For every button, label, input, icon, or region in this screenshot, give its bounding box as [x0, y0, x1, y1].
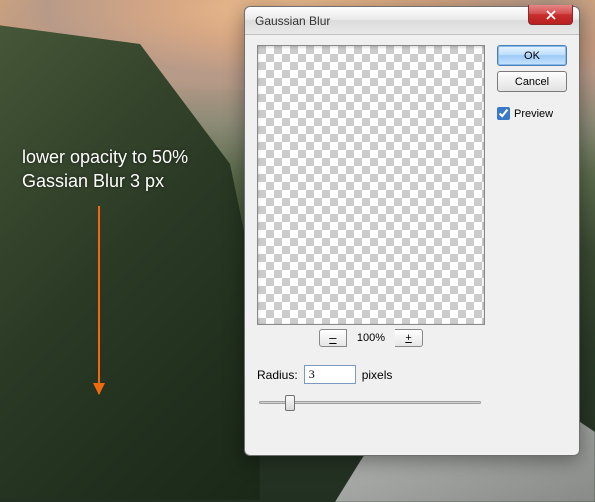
dialog-title: Gaussian Blur — [255, 14, 330, 28]
close-button[interactable] — [528, 5, 573, 25]
radius-input[interactable] — [304, 365, 356, 384]
radius-slider[interactable] — [257, 392, 483, 412]
annotation-line2: Gassian Blur 3 px — [22, 169, 188, 193]
ok-button[interactable]: OK — [497, 45, 567, 66]
zoom-in-button[interactable]: + — [395, 329, 423, 347]
preview-canvas[interactable] — [257, 45, 485, 325]
gaussian-blur-dialog: Gaussian Blur – 100% + Radius: pixels — [244, 6, 580, 456]
radius-label: Radius: — [257, 368, 298, 382]
preview-label: Preview — [514, 108, 553, 120]
preview-checkbox[interactable] — [497, 107, 510, 120]
zoom-level: 100% — [347, 332, 395, 344]
radius-unit: pixels — [362, 368, 393, 382]
preview-checkbox-row[interactable]: Preview — [497, 107, 567, 120]
close-icon — [546, 10, 556, 20]
slider-thumb[interactable] — [285, 395, 295, 411]
annotation-line1: lower opacity to 50% — [22, 145, 188, 169]
zoom-out-button[interactable]: – — [319, 329, 347, 347]
cancel-button[interactable]: Cancel — [497, 71, 567, 92]
dialog-titlebar[interactable]: Gaussian Blur — [245, 7, 579, 35]
annotation-arrow — [98, 206, 100, 394]
annotation-text: lower opacity to 50% Gassian Blur 3 px — [22, 145, 188, 194]
